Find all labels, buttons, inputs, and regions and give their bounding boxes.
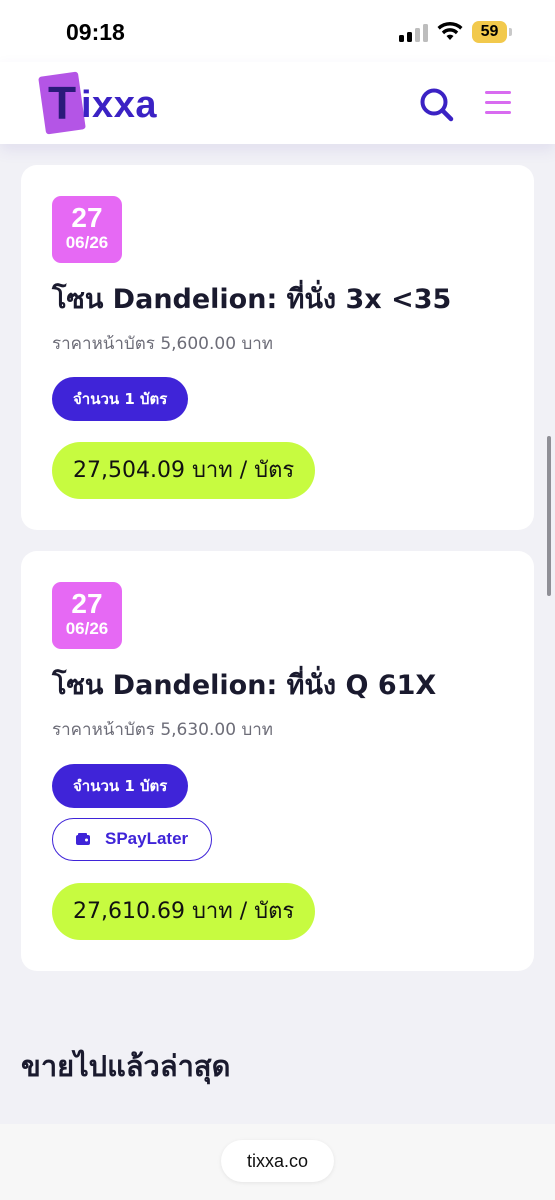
face-value-price: ราคาหน้าบัตร 5,630.00 บาท bbox=[52, 720, 273, 740]
face-value-price: ราคาหน้าบัตร 5,600.00 บาท bbox=[52, 334, 273, 354]
cellular-signal-icon bbox=[399, 24, 429, 42]
browser-url-bar: tixxa.co bbox=[0, 1124, 555, 1200]
date-month-year: 06/26 bbox=[65, 619, 109, 638]
spaylater-badge: SPayLater bbox=[52, 818, 212, 861]
logo-letter: T bbox=[48, 77, 77, 129]
battery-indicator: 59 bbox=[472, 21, 507, 43]
spaylater-label: SPayLater bbox=[105, 829, 189, 848]
tixxa-logo[interactable]: T ixxa bbox=[38, 70, 180, 135]
search-icon[interactable] bbox=[418, 86, 454, 122]
logo-wordmark: ixxa bbox=[81, 84, 157, 126]
listing-title: โซน Dandelion: ที่นั่ง Q 61X bbox=[52, 670, 437, 701]
status-bar: 09:18 59 bbox=[0, 0, 555, 62]
url-field[interactable]: tixxa.co bbox=[221, 1140, 334, 1182]
date-badge: 27 06/26 bbox=[52, 582, 122, 649]
price-per-ticket[interactable]: 27,504.09 บาท / บัตร bbox=[52, 442, 316, 499]
wallet-icon bbox=[76, 833, 90, 845]
listing-card[interactable]: 27 06/26 โซน Dandelion: ที่นั่ง Q 61X รา… bbox=[21, 551, 534, 971]
date-month-year: 06/26 bbox=[65, 233, 109, 252]
date-badge: 27 06/26 bbox=[52, 196, 122, 263]
wifi-icon bbox=[437, 21, 463, 40]
date-day: 27 bbox=[71, 588, 103, 619]
listing-card[interactable]: 27 06/26 โซน Dandelion: ที่นั่ง 3x <35 ร… bbox=[21, 165, 534, 530]
hamburger-menu-icon[interactable] bbox=[485, 90, 511, 116]
date-day: 27 bbox=[71, 202, 103, 233]
quantity-badge: จำนวน 1 บัตร bbox=[52, 377, 189, 421]
status-time: 09:18 bbox=[66, 19, 125, 45]
page-scrollbar[interactable] bbox=[547, 436, 551, 596]
battery-tip bbox=[509, 28, 512, 36]
site-header: T ixxa bbox=[0, 62, 555, 144]
quantity-badge: จำนวน 1 บัตร bbox=[52, 764, 189, 808]
recently-sold-heading: ขายไปแล้วล่าสุด bbox=[21, 1049, 231, 1083]
price-per-ticket[interactable]: 27,610.69 บาท / บัตร bbox=[52, 883, 316, 940]
listing-title: โซน Dandelion: ที่นั่ง 3x <35 bbox=[52, 284, 452, 315]
